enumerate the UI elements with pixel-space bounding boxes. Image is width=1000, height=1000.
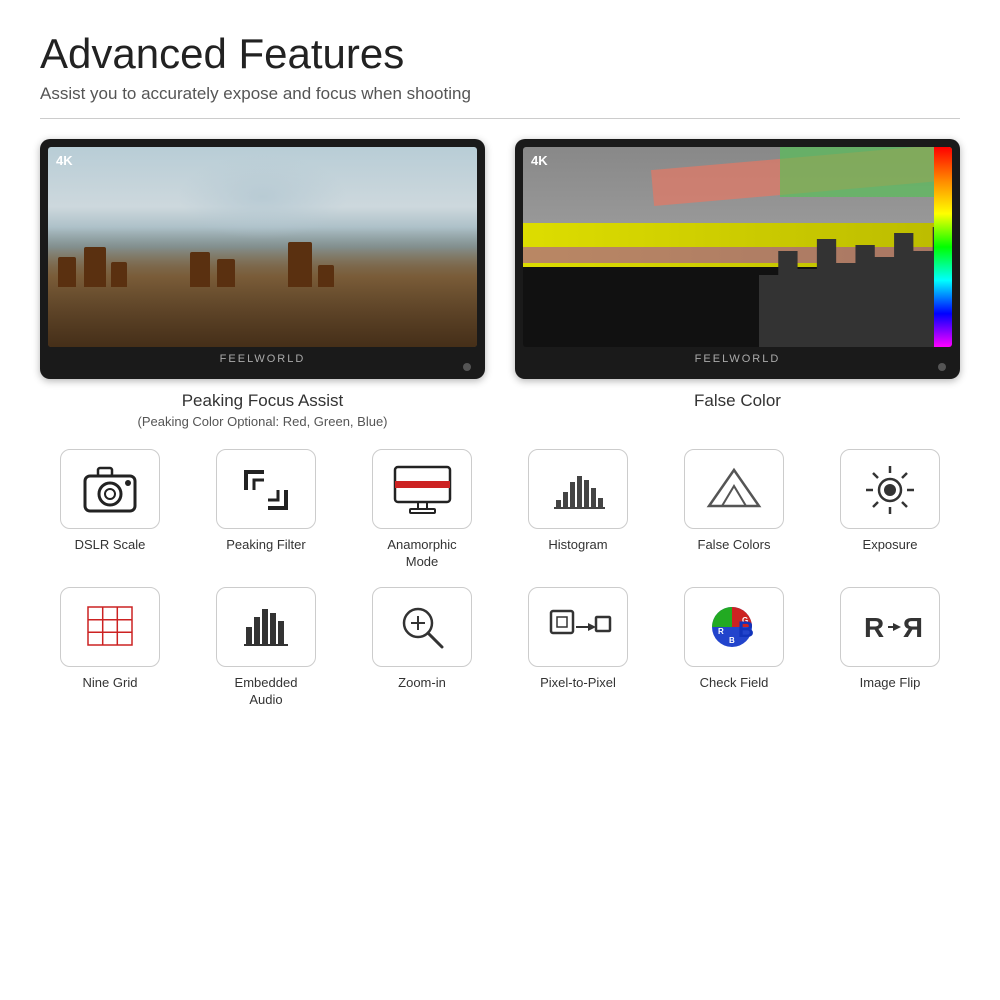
svg-text:B: B <box>729 636 735 645</box>
ninegrid-icon <box>80 599 140 654</box>
peaking-filter-label: Peaking Filter <box>226 537 305 554</box>
monitors-row: 4K FEELWORLD Peaking Focus Assist (Peaki… <box>40 139 960 429</box>
anamorphic-icon <box>390 462 455 517</box>
feature-peaking-filter: Peaking Filter <box>196 449 336 571</box>
mountain-icon <box>704 462 764 517</box>
dslr-scale-label: DSLR Scale <box>75 537 146 554</box>
feature-anamorphic-mode: AnamorphicMode <box>352 449 492 571</box>
feature-pixel-to-pixel: Pixel-to-Pixel <box>508 587 648 709</box>
image-flip-icon-box: R R <box>840 587 940 667</box>
monitor-1-brand: FEELWORLD <box>48 353 477 365</box>
page-subtitle: Assist you to accurately expose and focu… <box>40 84 960 119</box>
monitor-2-dot <box>938 363 946 371</box>
feature-zoom-in: Zoom-in <box>352 587 492 709</box>
anamorphic-mode-label: AnamorphicMode <box>387 537 456 571</box>
embedded-audio-label: EmbeddedAudio <box>235 675 298 709</box>
monitor-1-badge: 4K <box>56 153 73 168</box>
check-field-icon-box: R G B B <box>684 587 784 667</box>
imageflip-icon: R R <box>858 599 923 654</box>
false-colors-icon-box <box>684 449 784 529</box>
monitor-2-badge: 4K <box>531 153 548 168</box>
exposure-label: Exposure <box>863 537 918 554</box>
image-flip-label: Image Flip <box>860 675 921 692</box>
monitor-1-sublabel: (Peaking Color Optional: Red, Green, Blu… <box>137 414 387 429</box>
histogram-label: Histogram <box>548 537 607 554</box>
dslr-scale-icon-box <box>60 449 160 529</box>
feature-image-flip: R R Image Flip <box>820 587 960 709</box>
monitor-1-dot <box>463 363 471 371</box>
features-grid-row1: DSLR Scale Peaking Filter <box>40 449 960 571</box>
audio-icon <box>236 599 296 654</box>
histogram-icon-box <box>528 449 628 529</box>
camera-icon <box>80 462 140 517</box>
monitor-2-col: 4K FEELWORLD False Color <box>515 139 960 429</box>
zoom-in-label: Zoom-in <box>398 675 446 692</box>
monitor-1-col: 4K FEELWORLD Peaking Focus Assist (Peaki… <box>40 139 485 429</box>
svg-text:R: R <box>902 612 922 643</box>
embedded-audio-icon-box <box>216 587 316 667</box>
pixel-to-pixel-label: Pixel-to-Pixel <box>540 675 616 692</box>
feature-exposure: Exposure <box>820 449 960 571</box>
feature-check-field: R G B B Check Field <box>664 587 804 709</box>
monitor-1-label: Peaking Focus Assist <box>182 391 344 411</box>
monitor-2-label: False Color <box>694 391 781 411</box>
features-grid-row2: Nine Grid EmbeddedAudio <box>40 587 960 709</box>
checkfield-icon: R G B B <box>704 599 764 654</box>
zoom-in-icon-box <box>372 587 472 667</box>
false-colors-label: False Colors <box>698 537 771 554</box>
peaking-icon <box>236 462 296 517</box>
zoomin-icon <box>392 599 452 654</box>
histogram-icon <box>548 462 608 517</box>
monitor-1-frame: 4K FEELWORLD <box>40 139 485 379</box>
exposure-icon-box <box>840 449 940 529</box>
anamorphic-mode-icon-box <box>372 449 472 529</box>
svg-text:B: B <box>738 617 754 642</box>
feature-histogram: Histogram <box>508 449 648 571</box>
monitor-1-screen: 4K <box>48 147 477 347</box>
feature-embedded-audio: EmbeddedAudio <box>196 587 336 709</box>
monitor-2-screen: 4K <box>523 147 952 347</box>
monitor-2-frame: 4K FEELWORLD <box>515 139 960 379</box>
svg-text:R: R <box>718 627 724 636</box>
sunburst-icon <box>860 462 920 517</box>
pixel-icon <box>546 599 611 654</box>
nine-grid-icon-box <box>60 587 160 667</box>
page-title: Advanced Features <box>40 30 960 78</box>
feature-dslr-scale: DSLR Scale <box>40 449 180 571</box>
svg-text:R: R <box>864 612 884 643</box>
feature-false-colors: False Colors <box>664 449 804 571</box>
feature-nine-grid: Nine Grid <box>40 587 180 709</box>
nine-grid-label: Nine Grid <box>83 675 138 692</box>
monitor-2-brand: FEELWORLD <box>523 353 952 365</box>
check-field-label: Check Field <box>700 675 769 692</box>
peaking-filter-icon-box <box>216 449 316 529</box>
pixel-to-pixel-icon-box <box>528 587 628 667</box>
